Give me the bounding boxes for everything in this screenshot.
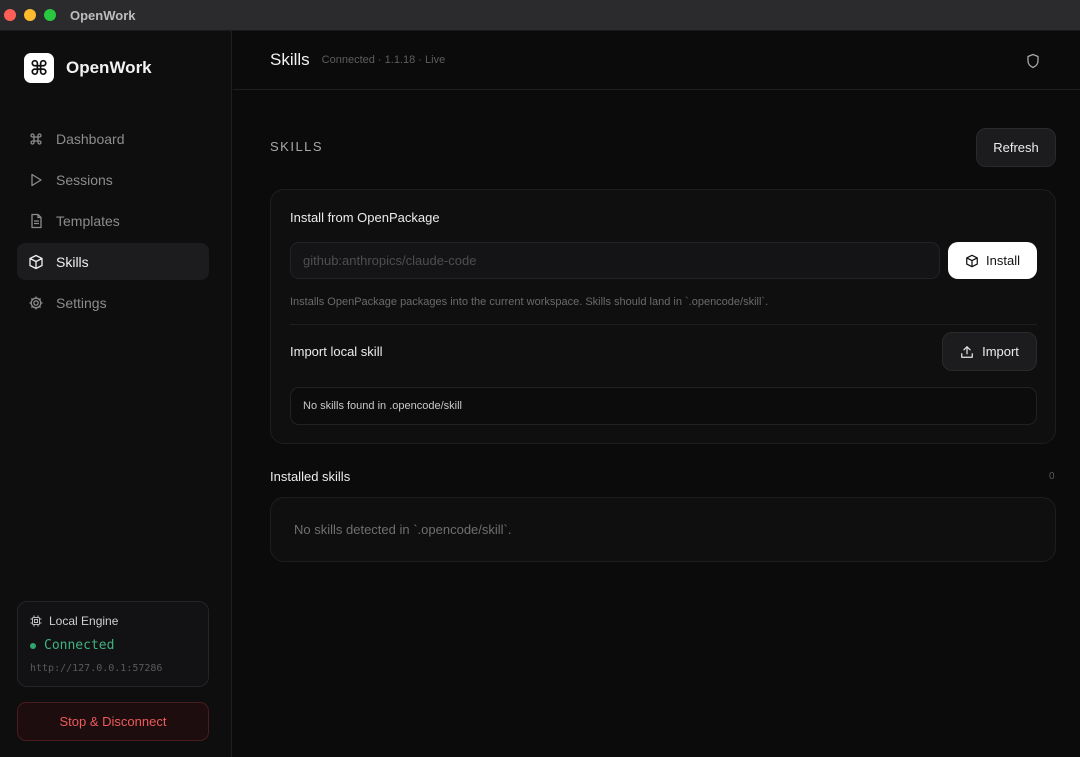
import-title: Import local skill [290, 344, 383, 359]
command-icon [28, 131, 44, 147]
stop-disconnect-button[interactable]: Stop & Disconnect [17, 702, 209, 741]
play-icon [28, 172, 44, 188]
sidebar-item-sessions[interactable]: Sessions [17, 161, 209, 198]
brand-name: OpenWork [66, 58, 152, 77]
window-controls [4, 9, 56, 21]
sidebar-item-settings[interactable]: Settings [17, 284, 209, 321]
box-icon [28, 254, 44, 270]
brand-logo-icon: ⌘ [24, 53, 54, 83]
local-engine-card: Local Engine Connected http://127.0.0.1:… [17, 601, 209, 687]
sidebar: ⌘ OpenWork Dashboard Sessions Templates … [0, 31, 232, 757]
connection-meta: Connected · 1.1.18 · Live [321, 54, 446, 66]
divider [290, 324, 1037, 325]
gear-icon [28, 295, 44, 311]
brand: ⌘ OpenWork [24, 53, 152, 83]
import-button[interactable]: Import [942, 332, 1037, 371]
install-title: Install from OpenPackage [290, 210, 440, 225]
minimize-window-button[interactable] [24, 9, 36, 21]
sidebar-item-templates[interactable]: Templates [17, 202, 209, 239]
sidebar-item-label: Skills [56, 253, 89, 270]
sidebar-item-label: Templates [56, 212, 120, 229]
import-button-label: Import [982, 344, 1019, 359]
box-icon [966, 254, 978, 267]
document-icon [28, 213, 44, 229]
maximize-window-button[interactable] [44, 9, 56, 21]
engine-title: Local Engine [49, 614, 119, 628]
status-dot [30, 642, 36, 649]
close-window-button[interactable] [4, 9, 16, 21]
sidebar-item-label: Sessions [56, 171, 113, 188]
window-titlebar: OpenWork [0, 0, 1080, 31]
sidebar-item-label: Settings [56, 294, 107, 311]
installed-skills-count: 0 [1049, 471, 1055, 482]
refresh-button[interactable]: Refresh [976, 128, 1056, 167]
main-content: Skills Connected · 1.1.18 · Live SKILLS … [233, 31, 1080, 757]
install-helper-text: Installs OpenPackage packages into the c… [290, 296, 769, 308]
engine-status-text: Connected [44, 638, 115, 653]
sidebar-item-label: Dashboard [56, 130, 125, 147]
install-button-label: Install [986, 253, 1020, 268]
section-title: SKILLS [270, 139, 324, 154]
package-input[interactable] [290, 242, 940, 279]
sidebar-nav: Dashboard Sessions Templates Skills Sett… [17, 120, 209, 325]
upload-icon [961, 345, 973, 358]
engine-header: Local Engine [30, 614, 196, 628]
page-title: Skills [270, 50, 310, 69]
window-title: OpenWork [70, 7, 136, 23]
local-skills-empty-state: No skills found in .opencode/skill [290, 387, 1037, 425]
sidebar-item-dashboard[interactable]: Dashboard [17, 120, 209, 157]
page-header: Skills Connected · 1.1.18 · Live [233, 31, 1080, 90]
installed-skills-empty-state: No skills detected in `.opencode/skill`. [270, 497, 1056, 562]
shield-icon[interactable] [1026, 53, 1040, 69]
install-button[interactable]: Install [948, 242, 1037, 279]
skills-install-panel: Install from OpenPackage Install Install… [270, 189, 1056, 444]
engine-status: Connected [30, 638, 196, 653]
sidebar-item-skills[interactable]: Skills [17, 243, 209, 280]
installed-skills-title: Installed skills [270, 469, 351, 484]
engine-url: http://127.0.0.1:57286 [30, 663, 163, 674]
chip-icon [30, 615, 42, 627]
